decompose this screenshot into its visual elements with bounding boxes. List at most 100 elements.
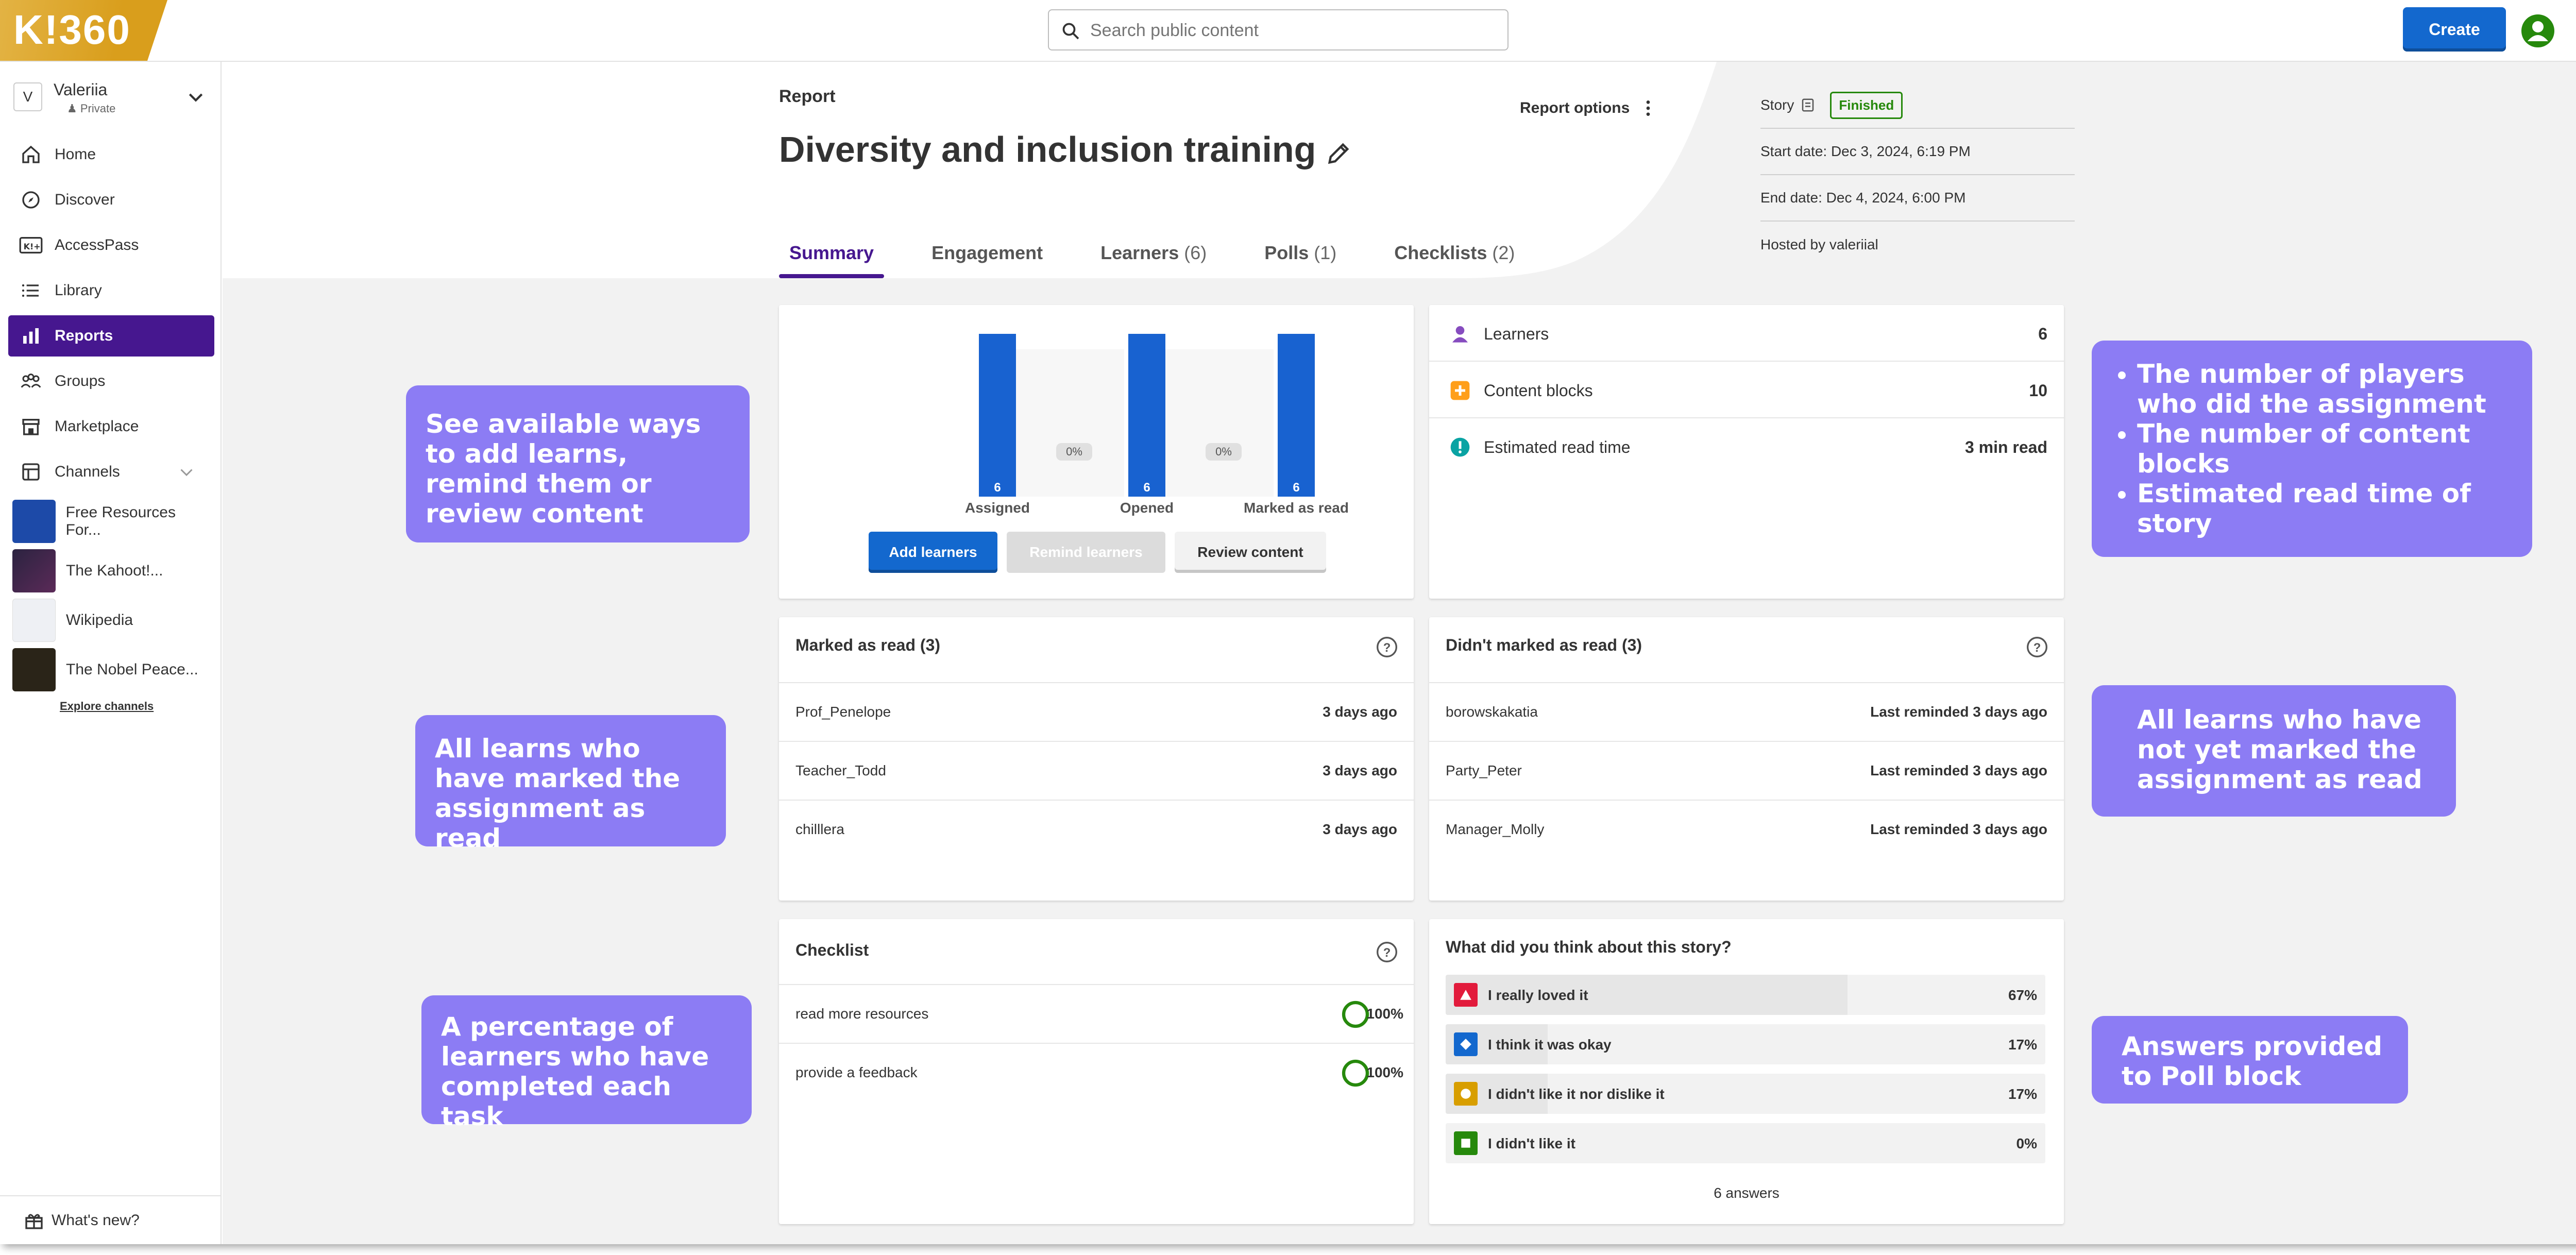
checklist-task: read more resources: [795, 1006, 929, 1022]
profile-avatar-icon[interactable]: [2521, 14, 2554, 47]
story-icon: [1802, 98, 1814, 112]
hosted-by: Hosted by valeriial: [1760, 236, 1878, 252]
plus-block-icon: [1450, 381, 1470, 400]
poll-answer-percent: 0%: [2016, 1135, 2037, 1151]
list-item: Prof_Penelope 3 days ago: [779, 682, 1414, 741]
remind-learners-button[interactable]: Remind learners: [1007, 532, 1165, 573]
channel-item-wikipedia[interactable]: Wikipedia: [8, 596, 214, 645]
tab-count: (1): [1314, 242, 1337, 263]
tab-learners[interactable]: Learners (6): [1090, 242, 1217, 278]
sidebar-item-label: Library: [55, 282, 102, 299]
search-bar[interactable]: [1048, 9, 1509, 50]
sidebar-item-library[interactable]: Library: [8, 270, 214, 311]
checklist-card: Checklist ? read more resources 100% pro…: [779, 919, 1414, 1224]
help-icon[interactable]: ?: [2026, 636, 2048, 658]
learner-name: Prof_Penelope: [795, 704, 891, 720]
channel-item-the-kahoot[interactable]: The Kahoot!...: [8, 546, 214, 596]
funnel-bar-marked: [1278, 334, 1315, 497]
top-bar: K!360 Create: [0, 0, 2576, 62]
visibility-label: Private: [80, 102, 116, 115]
tab-count: (2): [1492, 242, 1515, 263]
notification-bell-icon[interactable]: [2573, 18, 2576, 44]
poll-answer-percent: 17%: [2008, 1086, 2037, 1102]
create-button[interactable]: Create: [2403, 7, 2506, 52]
user-name: Valeriia: [54, 80, 108, 99]
poll-answer-count: 6 answers: [1714, 1185, 1780, 1201]
explore-channels-link[interactable]: Explore channels: [60, 700, 214, 713]
checklist-percent: 100%: [1366, 1006, 1403, 1022]
channel-label: The Nobel Peace...: [66, 661, 198, 678]
report-options-label: Report options: [1520, 99, 1630, 116]
learner-name: Teacher_Todd: [795, 762, 886, 778]
funnel-gap: [1165, 349, 1274, 497]
learner-name: Party_Peter: [1446, 762, 1522, 778]
logo-text: K!360: [13, 7, 131, 53]
checklist-percent: 100%: [1366, 1064, 1403, 1080]
tab-summary[interactable]: Summary: [779, 242, 885, 278]
learner-time: 3 days ago: [1323, 704, 1397, 720]
gift-icon: [25, 1214, 43, 1229]
search-input[interactable]: [1090, 18, 1492, 43]
drop-badge: 0%: [1215, 445, 1232, 458]
whats-new-link[interactable]: What's new?: [0, 1195, 221, 1244]
tab-polls[interactable]: Polls (1): [1254, 242, 1347, 278]
user-switcher[interactable]: V Valeriia ♟ Private: [10, 76, 211, 117]
chevron-down-icon: [189, 93, 203, 102]
chevron-down-icon[interactable]: [177, 463, 196, 481]
report-options-button[interactable]: Report options: [1520, 98, 1658, 118]
kahoot-360-logo[interactable]: K!360: [0, 0, 167, 61]
sidebar-item-label: Reports: [55, 327, 113, 344]
checklist-item: provide a feedback 100%: [779, 1043, 1414, 1101]
progress-ring-icon: [1342, 1059, 1369, 1087]
callout-not-marked: All learns who have not yet marked the a…: [2092, 685, 2456, 817]
stat-value: 6: [2038, 325, 2047, 343]
svg-text:?: ?: [2033, 641, 2041, 655]
sidebar: V Valeriia ♟ Private Home Discover K!+ A…: [0, 62, 222, 1244]
sidebar-item-accesspass[interactable]: K!+ AccessPass: [8, 225, 214, 266]
sidebar-item-channels[interactable]: Channels: [8, 451, 214, 493]
tab-checklists[interactable]: Checklists (2): [1384, 242, 1525, 278]
review-content-button[interactable]: Review content: [1175, 532, 1326, 573]
whats-new-label: What's new?: [52, 1211, 140, 1229]
poll-answer-label: I think it was okay: [1488, 1037, 1612, 1053]
tab-engagement[interactable]: Engagement: [921, 242, 1053, 278]
poll-answer-row: I didn't like it nor dislike it 17%: [1446, 1074, 2045, 1114]
channels-icon: [19, 460, 43, 484]
bar-chart-icon: [19, 324, 43, 348]
funnel-bar-value: 6: [994, 481, 1001, 495]
list-item: Party_Peter Last reminded 3 days ago: [1429, 741, 2064, 800]
pencil-icon[interactable]: [1325, 140, 1352, 167]
status-badge: Finished: [1830, 91, 1903, 119]
channel-thumbnail: [12, 500, 56, 543]
tab-label: Learners: [1100, 242, 1179, 263]
stat-value: 3 min read: [1964, 438, 2047, 456]
list-item: Teacher_Todd 3 days ago: [779, 741, 1414, 800]
channel-item-nobel-peace[interactable]: The Nobel Peace...: [8, 645, 214, 694]
accesspass-icon: K!+: [19, 233, 43, 258]
sidebar-item-groups[interactable]: Groups: [8, 361, 214, 402]
channel-thumbnail: [12, 599, 56, 642]
progress-ring-icon: [1342, 1000, 1369, 1028]
end-date: End date: Dec 4, 2024, 6:00 PM: [1760, 175, 2075, 222]
sidebar-item-reports[interactable]: Reports: [8, 315, 214, 357]
help-icon[interactable]: ?: [1376, 636, 1398, 658]
channel-label: The Kahoot!...: [66, 562, 163, 579]
list-item: Manager_Molly Last reminded 3 days ago: [1429, 800, 2064, 858]
channel-item-free-resources[interactable]: Free Resources For...: [8, 497, 214, 546]
groups-icon: [19, 369, 43, 394]
poll-answer-label: I didn't like it: [1488, 1135, 1575, 1151]
channel-thumbnail: [12, 648, 56, 691]
sidebar-item-marketplace[interactable]: Marketplace: [8, 406, 214, 447]
report-tabs: Summary Engagement Learners (6) Polls (1) …: [779, 242, 1562, 278]
start-date: Start date: Dec 3, 2024, 6:19 PM: [1760, 129, 2075, 175]
card-title: Didn't marked as read (3): [1446, 636, 1642, 654]
sidebar-item-discover[interactable]: Discover: [8, 179, 214, 221]
person-icon: ♟: [67, 102, 77, 115]
callout-funnel-actions: See available ways to add learns, remind…: [406, 385, 750, 542]
story-type-label: Story: [1760, 97, 1794, 113]
add-learners-button[interactable]: Add learners: [869, 532, 997, 573]
callout-checklist: A percentage of learners who have comple…: [421, 995, 752, 1131]
help-icon[interactable]: ?: [1376, 941, 1398, 963]
learner-name: Manager_Molly: [1446, 821, 1545, 837]
sidebar-item-home[interactable]: Home: [8, 134, 214, 175]
